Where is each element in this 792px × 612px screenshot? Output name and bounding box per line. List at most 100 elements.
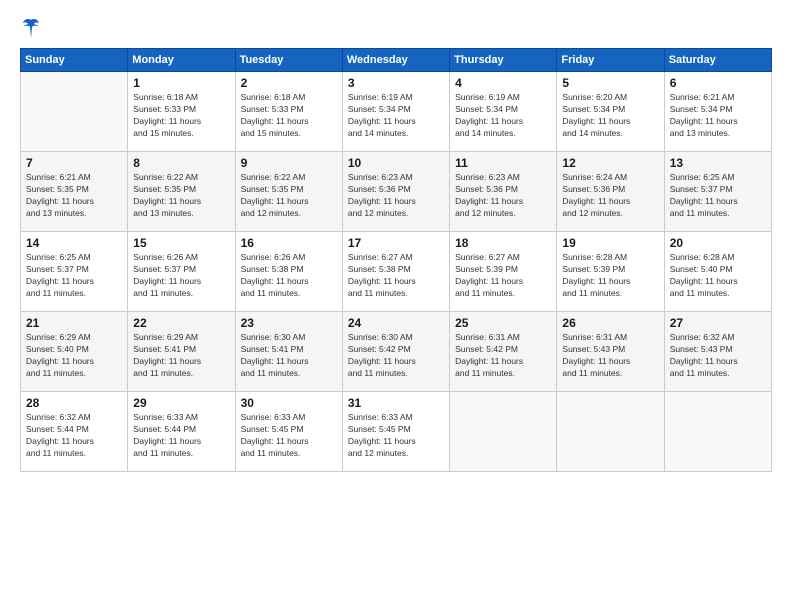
day-cell: 18 Sunrise: 6:27 AMSunset: 5:39 PMDayligh… [450,232,557,312]
day-cell: 21 Sunrise: 6:29 AMSunset: 5:40 PMDayligh… [21,312,128,392]
day-info: Sunrise: 6:26 AMSunset: 5:37 PMDaylight:… [133,252,229,300]
day-cell: 28 Sunrise: 6:32 AMSunset: 5:44 PMDayligh… [21,392,128,472]
header-cell-thursday: Thursday [450,49,557,72]
day-number: 29 [133,396,229,410]
day-cell: 1Sunrise: 6:18 AMSunset: 5:33 PMDaylight… [128,72,235,152]
day-info: Sunrise: 6:30 AMSunset: 5:41 PMDaylight:… [241,332,337,380]
day-number: 20 [670,236,766,250]
calendar-table: SundayMondayTuesdayWednesdayThursdayFrid… [20,48,772,472]
day-info: Sunrise: 6:32 AMSunset: 5:44 PMDaylight:… [26,412,122,460]
day-info: Sunrise: 6:26 AMSunset: 5:38 PMDaylight:… [241,252,337,300]
day-number: 24 [348,316,444,330]
day-number: 23 [241,316,337,330]
day-number: 12 [562,156,658,170]
day-info: Sunrise: 6:23 AMSunset: 5:36 PMDaylight:… [455,172,551,220]
day-cell: 16 Sunrise: 6:26 AMSunset: 5:38 PMDayligh… [235,232,342,312]
day-cell: 2 Sunrise: 6:18 AMSunset: 5:33 PMDaylight… [235,72,342,152]
logo [20,18,40,40]
header-cell-monday: Monday [128,49,235,72]
day-number: 5 [562,76,658,90]
day-number: 18 [455,236,551,250]
day-info: Sunrise: 6:25 AMSunset: 5:37 PMDaylight:… [26,252,122,300]
day-info: Sunrise: 6:33 AMSunset: 5:45 PMDaylight:… [348,412,444,460]
week-row-4: 21 Sunrise: 6:29 AMSunset: 5:40 PMDayligh… [21,312,772,392]
day-number: 30 [241,396,337,410]
day-info: Sunrise: 6:25 AMSunset: 5:37 PMDaylight:… [670,172,766,220]
day-cell: 17 Sunrise: 6:27 AMSunset: 5:38 PMDayligh… [342,232,449,312]
day-cell: 9Sunrise: 6:22 AMSunset: 5:35 PMDaylight… [235,152,342,232]
day-cell [664,392,771,472]
day-info: Sunrise: 6:27 AMSunset: 5:38 PMDaylight:… [348,252,444,300]
day-number: 26 [562,316,658,330]
day-cell: 10 Sunrise: 6:23 AMSunset: 5:36 PMDayligh… [342,152,449,232]
day-cell: 19 Sunrise: 6:28 AMSunset: 5:39 PMDayligh… [557,232,664,312]
day-info: Sunrise: 6:22 AMSunset: 5:35 PMDaylight:… [241,172,337,220]
header-cell-sunday: Sunday [21,49,128,72]
header [20,18,772,40]
day-number: 28 [26,396,122,410]
day-cell: 26 Sunrise: 6:31 AMSunset: 5:43 PMDayligh… [557,312,664,392]
day-info: Sunrise: 6:18 AMSunset: 5:33 PMDaylight:… [241,92,337,140]
day-cell: 6Sunrise: 6:21 AMSunset: 5:34 PMDaylight… [664,72,771,152]
day-number: 17 [348,236,444,250]
day-number: 15 [133,236,229,250]
day-info: Sunrise: 6:30 AMSunset: 5:42 PMDaylight:… [348,332,444,380]
day-number: 27 [670,316,766,330]
day-cell: 13 Sunrise: 6:25 AMSunset: 5:37 PMDayligh… [664,152,771,232]
day-cell: 11 Sunrise: 6:23 AMSunset: 5:36 PMDayligh… [450,152,557,232]
day-number: 22 [133,316,229,330]
header-cell-tuesday: Tuesday [235,49,342,72]
day-number: 6 [670,76,766,90]
day-cell: 8 Sunrise: 6:22 AMSunset: 5:35 PMDaylight… [128,152,235,232]
day-number: 31 [348,396,444,410]
day-cell: 12 Sunrise: 6:24 AMSunset: 5:36 PMDayligh… [557,152,664,232]
day-cell: 14 Sunrise: 6:25 AMSunset: 5:37 PMDayligh… [21,232,128,312]
day-info: Sunrise: 6:23 AMSunset: 5:36 PMDaylight:… [348,172,444,220]
day-info: Sunrise: 6:20 AMSunset: 5:34 PMDaylight:… [562,92,658,140]
day-info: Sunrise: 6:24 AMSunset: 5:36 PMDaylight:… [562,172,658,220]
day-cell: 24 Sunrise: 6:30 AMSunset: 5:42 PMDayligh… [342,312,449,392]
day-info: Sunrise: 6:33 AMSunset: 5:44 PMDaylight:… [133,412,229,460]
day-info: Sunrise: 6:31 AMSunset: 5:42 PMDaylight:… [455,332,551,380]
day-info: Sunrise: 6:19 AMSunset: 5:34 PMDaylight:… [348,92,444,140]
day-number: 2 [241,76,337,90]
day-number: 21 [26,316,122,330]
day-info: Sunrise: 6:31 AMSunset: 5:43 PMDaylight:… [562,332,658,380]
day-info: Sunrise: 6:27 AMSunset: 5:39 PMDaylight:… [455,252,551,300]
header-cell-friday: Friday [557,49,664,72]
day-number: 4 [455,76,551,90]
day-cell: 23 Sunrise: 6:30 AMSunset: 5:41 PMDayligh… [235,312,342,392]
day-info: Sunrise: 6:29 AMSunset: 5:40 PMDaylight:… [26,332,122,380]
day-cell: 25Sunrise: 6:31 AMSunset: 5:42 PMDayligh… [450,312,557,392]
day-info: Sunrise: 6:21 AMSunset: 5:35 PMDaylight:… [26,172,122,220]
day-number: 3 [348,76,444,90]
day-cell: 7 Sunrise: 6:21 AMSunset: 5:35 PMDaylight… [21,152,128,232]
day-number: 10 [348,156,444,170]
day-number: 8 [133,156,229,170]
day-number: 11 [455,156,551,170]
day-number: 14 [26,236,122,250]
day-cell: 22 Sunrise: 6:29 AMSunset: 5:41 PMDayligh… [128,312,235,392]
day-info: Sunrise: 6:32 AMSunset: 5:43 PMDaylight:… [670,332,766,380]
week-row-5: 28 Sunrise: 6:32 AMSunset: 5:44 PMDayligh… [21,392,772,472]
day-info: Sunrise: 6:29 AMSunset: 5:41 PMDaylight:… [133,332,229,380]
day-cell: 3 Sunrise: 6:19 AMSunset: 5:34 PMDaylight… [342,72,449,152]
day-cell [21,72,128,152]
day-info: Sunrise: 6:22 AMSunset: 5:35 PMDaylight:… [133,172,229,220]
day-number: 19 [562,236,658,250]
header-row: SundayMondayTuesdayWednesdayThursdayFrid… [21,49,772,72]
day-info: Sunrise: 6:33 AMSunset: 5:45 PMDaylight:… [241,412,337,460]
day-info: Sunrise: 6:28 AMSunset: 5:40 PMDaylight:… [670,252,766,300]
day-number: 7 [26,156,122,170]
week-row-1: 1 Sunrise: 6:18 AMSunset: 5:33 PMDaylight… [21,72,772,152]
day-info: Sunrise: 6:28 AMSunset: 5:39 PMDaylight:… [562,252,658,300]
calendar-page: SundayMondayTuesdayWednesdayThursdayFrid… [0,0,792,612]
day-cell [450,392,557,472]
day-cell [557,392,664,472]
day-number: 1 [133,76,229,90]
day-cell: 31 Sunrise: 6:33 AMSunset: 5:45 PMDayligh… [342,392,449,472]
day-number: 16 [241,236,337,250]
day-number: 13 [670,156,766,170]
day-cell: 29 Sunrise: 6:33 AMSunset: 5:44 PMDayligh… [128,392,235,472]
header-cell-wednesday: Wednesday [342,49,449,72]
